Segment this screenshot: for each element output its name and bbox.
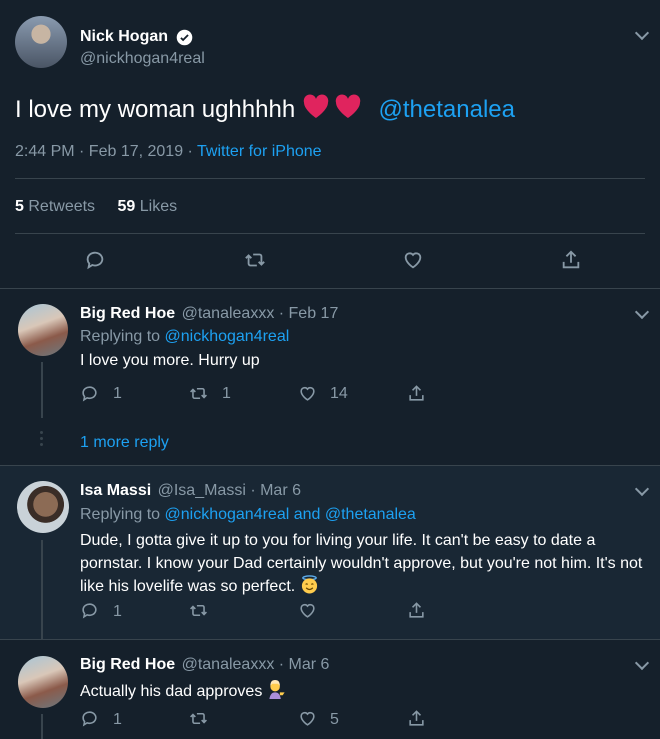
retweet-count: 1: [222, 385, 231, 402]
reply-header: Big Red Hoe @tanaleaxxx · Feb 17: [80, 305, 338, 323]
author-handle[interactable]: @nickhogan4real: [80, 50, 205, 68]
reply-avatar[interactable]: [18, 656, 68, 708]
share-icon[interactable]: [407, 601, 426, 625]
reply-icon[interactable]: [80, 384, 99, 408]
verified-badge-icon: [176, 29, 193, 46]
halo-smile-emoji-icon: [300, 575, 319, 601]
tweet-source[interactable]: Twitter for iPhone: [197, 143, 322, 160]
reply-avatar[interactable]: [17, 481, 69, 533]
thread-line: [41, 540, 43, 639]
reply-count: 1: [113, 711, 122, 728]
retweets-count: 5: [15, 198, 24, 215]
reply-icon[interactable]: [80, 709, 99, 733]
share-icon[interactable]: [407, 384, 426, 408]
share-icon[interactable]: [560, 249, 582, 276]
reply-meta[interactable]: @Isa_Massi · Mar 6: [158, 482, 301, 499]
reply-text: I love you more. Hurry up: [80, 352, 260, 369]
heart-emoji-icon: [302, 94, 364, 127]
likes-count: 59: [117, 198, 136, 215]
mention-link[interactable]: @thetanalea: [379, 96, 515, 123]
likes-stat[interactable]: 59 Likes: [118, 198, 178, 215]
engagement-stats: 5 Retweets 59 Likes: [15, 198, 177, 216]
like-icon[interactable]: [298, 709, 317, 733]
more-replies-dots: [40, 431, 43, 446]
tweet-text-body: I love my woman ughhhhh: [15, 96, 302, 123]
replying-to-link[interactable]: @nickhogan4real and @thetanalea: [165, 506, 416, 523]
reply-meta[interactable]: @tanaleaxxx · Feb 17: [182, 305, 339, 322]
retweet-icon[interactable]: [189, 709, 208, 733]
reply-author-name[interactable]: Isa Massi: [80, 482, 151, 499]
like-icon[interactable]: [402, 249, 424, 276]
replying-to: Replying to @nickhogan4real: [80, 328, 289, 346]
author-name[interactable]: Nick Hogan: [80, 28, 168, 46]
reply-count: 1: [113, 603, 122, 620]
author-avatar[interactable]: [15, 16, 67, 68]
chevron-down-icon[interactable]: [634, 304, 650, 320]
tweet-text: I love my woman ughhhhh @thetanalea: [15, 94, 515, 127]
tipping-hand-emoji-icon: [267, 680, 287, 704]
reply-header: Isa Massi @Isa_Massi · Mar 6: [80, 482, 301, 500]
reply-author-name[interactable]: Big Red Hoe: [80, 305, 175, 322]
replying-to-link[interactable]: @nickhogan4real: [165, 328, 290, 345]
like-icon[interactable]: [298, 601, 317, 625]
reply-icon[interactable]: [84, 249, 106, 276]
thread-line: [41, 714, 43, 739]
like-count: 5: [330, 711, 339, 728]
reply-text-body: Dude, I gotta give it up to you for livi…: [80, 532, 643, 595]
divider: [15, 178, 645, 179]
retweet-icon[interactable]: [189, 601, 208, 625]
chevron-down-icon[interactable]: [634, 25, 650, 41]
reply-count: 1: [113, 385, 122, 402]
replying-prefix: Replying to: [80, 328, 165, 345]
replying-prefix: Replying to: [80, 506, 165, 523]
reply-icon[interactable]: [80, 601, 99, 625]
likes-label: Likes: [139, 198, 178, 215]
chevron-down-icon[interactable]: [634, 655, 650, 671]
thread-line: [41, 362, 43, 418]
reply-meta[interactable]: @tanaleaxxx · Mar 6: [182, 656, 330, 673]
reply-text-body: Actually his dad approves: [80, 683, 267, 700]
retweet-icon[interactable]: [244, 249, 266, 276]
reply-avatar[interactable]: [18, 304, 68, 356]
share-icon[interactable]: [407, 709, 426, 733]
reply-header: Big Red Hoe @tanaleaxxx · Mar 6: [80, 656, 329, 674]
divider: [15, 233, 645, 234]
divider: [0, 639, 660, 640]
like-icon[interactable]: [298, 384, 317, 408]
more-replies-link[interactable]: 1 more reply: [80, 434, 169, 452]
retweet-icon[interactable]: [189, 384, 208, 408]
reply-text: Dude, I gotta give it up to you for livi…: [80, 529, 650, 601]
retweets-stat[interactable]: 5 Retweets: [15, 198, 95, 215]
reply-text: Actually his dad approves: [80, 680, 287, 704]
retweets-label: Retweets: [28, 198, 96, 215]
replying-to: Replying to @nickhogan4real and @thetana…: [80, 506, 416, 524]
divider: [0, 288, 660, 289]
reply-author-name[interactable]: Big Red Hoe: [80, 656, 175, 673]
tweet-time[interactable]: 2:44 PM · Feb 17, 2019 ·: [15, 143, 197, 160]
tweet-timestamp: 2:44 PM · Feb 17, 2019 · Twitter for iPh…: [15, 143, 322, 161]
like-count: 14: [330, 385, 348, 402]
